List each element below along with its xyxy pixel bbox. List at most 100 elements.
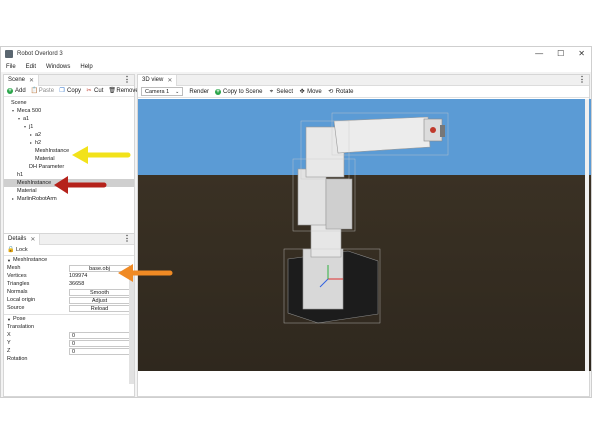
normals-row: Normals Smooth — [4, 288, 134, 296]
move-icon: ✥ — [299, 88, 305, 95]
select-label: Select — [276, 88, 294, 95]
y-label: Y — [7, 340, 11, 346]
rotate-icon: ⟲ — [328, 88, 334, 95]
smooth-button[interactable]: Smooth — [69, 288, 130, 296]
maximize-button[interactable]: ☐ — [557, 49, 564, 58]
view-menu-icon[interactable]: ⋮ — [578, 76, 586, 84]
minimize-button[interactable]: — — [535, 49, 543, 58]
add-button[interactable]: + Add — [7, 88, 26, 94]
translation-y-row: Y 0 — [4, 339, 134, 347]
tree-item[interactable]: MeshInstance — [4, 179, 134, 187]
close-tab-icon[interactable]: ✕ — [167, 77, 172, 84]
view-scrollbar[interactable] — [585, 99, 589, 371]
camera-select-value: Camera 1 — [145, 88, 170, 95]
paste-button[interactable]: 📋 Paste — [31, 88, 54, 94]
mesh-file-button[interactable]: base.obj — [69, 264, 130, 272]
render-button[interactable]: Render — [189, 89, 209, 95]
tree-item-label: MeshInstance — [17, 180, 52, 186]
remove-label: Remove — [116, 88, 139, 94]
normals-label: Normals — [7, 289, 28, 295]
mesh-row: Mesh base.obj — [4, 264, 134, 272]
copy-icon: ❐ — [59, 88, 65, 94]
translation-z-input[interactable]: 0 — [69, 347, 130, 355]
tree-item[interactable]: Scene — [4, 99, 134, 107]
tree-item[interactable]: ▾ Meca 500 — [4, 107, 134, 115]
chevron-down-icon: ⌄ — [175, 88, 180, 95]
tree-item-label: Scene — [11, 100, 27, 106]
tree-item[interactable]: ▸ a2 — [4, 131, 134, 139]
meshinstance-section-label: MeshInstance — [12, 257, 48, 263]
tree-item[interactable]: ▸ MarlinRobotArm — [4, 195, 134, 203]
chevron-down-icon: ▼ — [7, 316, 11, 322]
menu-edit[interactable]: Edit — [21, 64, 41, 70]
tree-item[interactable]: Material — [4, 187, 134, 195]
z-label: Z — [7, 348, 11, 354]
view-panel: 3D view ✕ ⋮ Camera 1 ⌄ Render + Copy to … — [137, 74, 591, 397]
tab-details[interactable]: Details ✕ — [4, 233, 41, 245]
3d-scene — [138, 99, 591, 371]
rotate-tool-button[interactable]: ⟲ Rotate — [328, 88, 354, 95]
cut-button[interactable]: ✂ Cut — [86, 88, 104, 94]
menu-help[interactable]: Help — [75, 64, 97, 70]
rotation-label: Rotation — [7, 356, 28, 362]
move-tool-button[interactable]: ✥ Move — [299, 89, 322, 95]
trash-icon: 🗑 — [108, 88, 117, 94]
select-tool-button[interactable]: ⌖ Select — [268, 89, 293, 95]
details-menu-icon[interactable]: ⋮ — [123, 235, 131, 243]
close-tab-icon[interactable]: ✕ — [30, 236, 35, 243]
paste-label: Paste — [38, 88, 55, 94]
pose-section-header[interactable]: ▼ Pose — [4, 314, 134, 323]
rotation-row: Rotation — [4, 355, 134, 363]
app-window: Robot Overlord 3 — ☐ ✕ File Edit Windows… — [0, 46, 592, 398]
translation-row: Translation — [4, 323, 134, 331]
vertices-value: 109974 — [69, 273, 88, 279]
vertices-row: Vertices 109974 — [4, 272, 134, 280]
camera-select[interactable]: Camera 1 ⌄ — [141, 87, 184, 96]
details-scrollbar[interactable] — [129, 274, 134, 384]
tree-item[interactable]: h1 — [4, 171, 134, 179]
tree-item[interactable]: Material — [4, 155, 134, 163]
close-tab-icon[interactable]: ✕ — [29, 77, 34, 84]
tree-item-label: a2 — [35, 132, 42, 138]
translation-y-input[interactable]: 0 — [69, 339, 130, 347]
scene-menu-icon[interactable]: ⋮ — [123, 76, 131, 84]
copy-to-scene-button[interactable]: + Copy to Scene — [215, 88, 263, 95]
tab-details-label: Details — [8, 236, 27, 242]
tree-item[interactable]: ▾ a1 — [4, 115, 134, 123]
add-label: Add — [15, 88, 26, 94]
copy-to-scene-label: Copy to Scene — [223, 88, 263, 95]
adjust-button[interactable]: Adjust — [69, 296, 130, 304]
window-title: Robot Overlord 3 — [17, 51, 63, 57]
tree-item[interactable]: DH Parameter — [4, 163, 134, 171]
tab-scene[interactable]: Scene ✕ — [4, 74, 40, 86]
translation-z-row: Z 0 — [4, 347, 134, 355]
scissors-icon: ✂ — [86, 88, 92, 94]
tree-item-label: h1 — [17, 172, 24, 178]
add-icon: + — [215, 88, 222, 95]
tree-item-label: h2 — [35, 140, 42, 146]
tree-item[interactable]: MeshInstance — [4, 147, 134, 155]
menu-file[interactable]: File — [1, 64, 21, 70]
menu-windows[interactable]: Windows — [41, 64, 75, 70]
vertices-label: Vertices — [7, 273, 27, 279]
3d-viewport[interactable] — [138, 99, 591, 371]
local-origin-label: Local origin — [7, 297, 36, 303]
tree-item[interactable]: ▸ h2 — [4, 139, 134, 147]
close-button[interactable]: ✕ — [578, 49, 585, 58]
translation-x-input[interactable]: 0 — [69, 331, 130, 339]
copy-label: Copy — [67, 88, 82, 94]
meshinstance-section-header[interactable]: ▼ MeshInstance — [4, 255, 134, 264]
tab-3d-view-label: 3D view — [142, 77, 164, 83]
tab-3d-view[interactable]: 3D view ✕ — [138, 74, 178, 86]
tree-item-label: Material — [35, 156, 55, 162]
tree-item[interactable]: ▾ j1 — [4, 123, 134, 131]
lock-label: Lock — [16, 247, 28, 253]
reload-button[interactable]: Reload — [69, 304, 130, 312]
rotate-label: Rotate — [335, 88, 354, 95]
lock-icon: 🔒 — [7, 247, 15, 253]
copy-button[interactable]: ❐ Copy — [59, 88, 81, 94]
remove-button[interactable]: 🗑 Remove — [108, 88, 138, 94]
view-toolbar: Camera 1 ⌄ Render + Copy to Scene ⌖ Sele… — [138, 86, 589, 98]
lock-toggle[interactable]: 🔒 Lock — [4, 245, 134, 255]
translation-x-row: X 0 — [4, 331, 134, 339]
